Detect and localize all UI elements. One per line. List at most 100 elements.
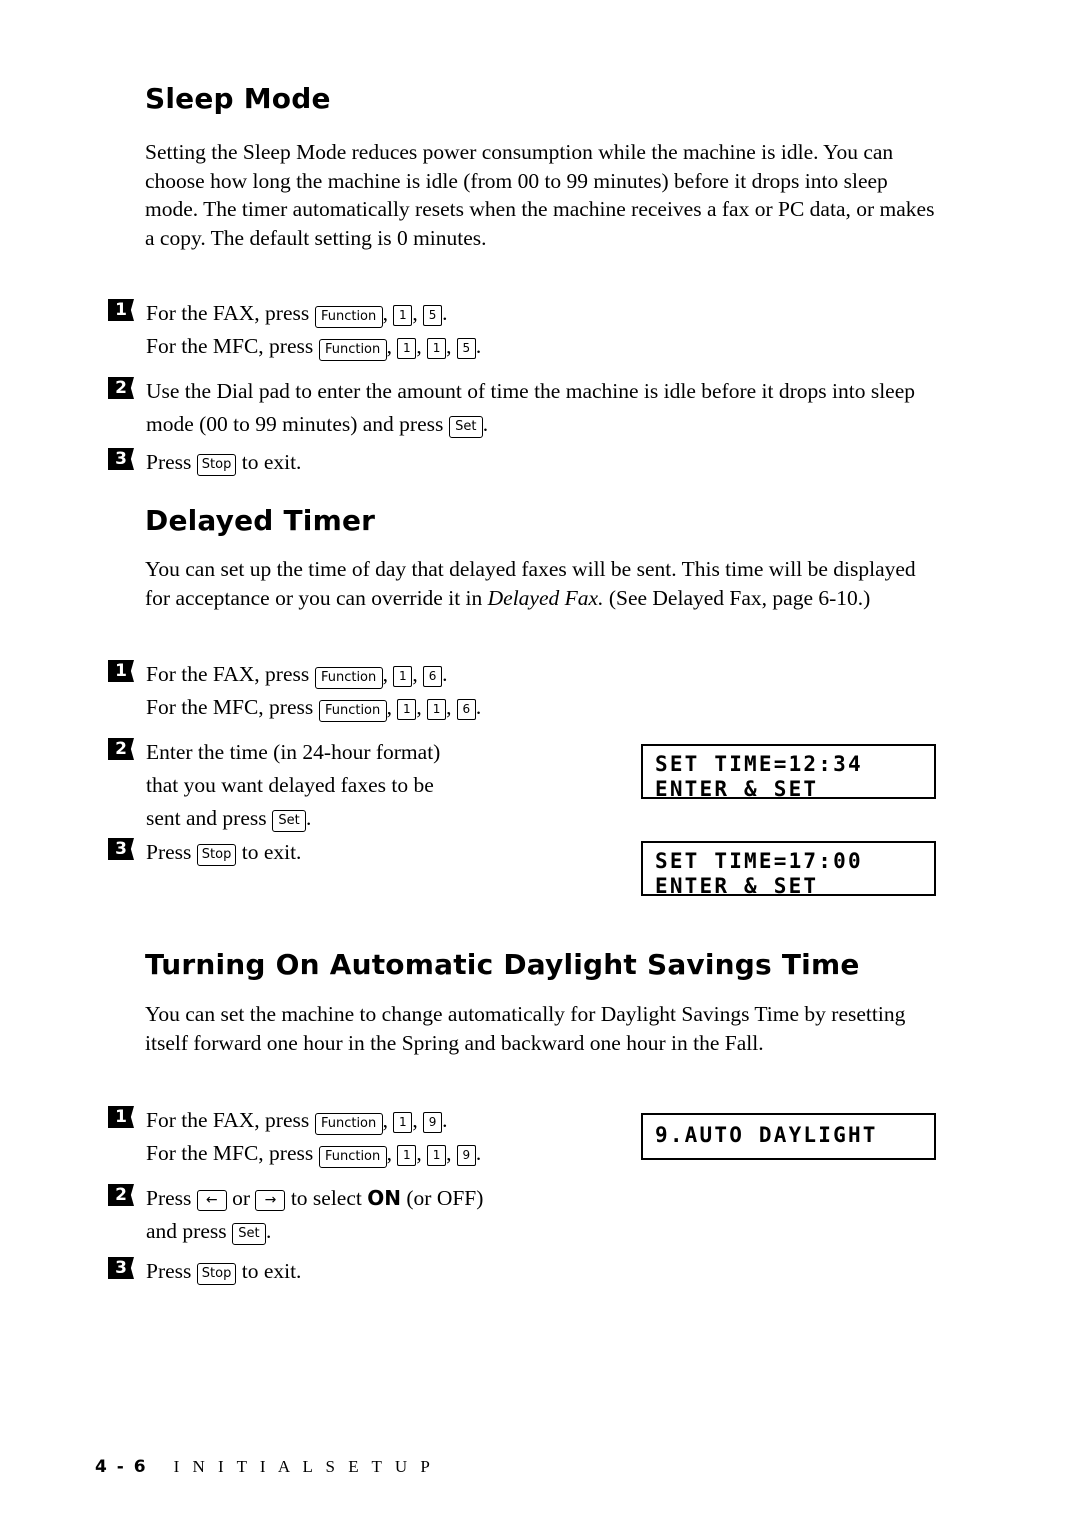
step-text: . — [306, 806, 312, 830]
step-body: For the FAX, press Function, 1, 9. For t… — [146, 1104, 628, 1170]
step-body: Press ← or → to select ON (or OFF) and p… — [146, 1182, 668, 1248]
step-text: that you want delayed faxes to be — [146, 773, 434, 797]
key-digit-icon[interactable]: 5 — [456, 338, 476, 359]
key-stop-icon[interactable]: Stop — [196, 454, 237, 476]
key-digit-icon[interactable]: 1 — [393, 305, 413, 326]
paragraph-part: (See Delayed Fax, page 6-10.) — [603, 585, 871, 610]
page-footer: 4 - 6 I N I T I A L S E T U P — [95, 1457, 434, 1477]
key-digit-icon[interactable]: 1 — [427, 699, 447, 720]
comma: , — [386, 695, 398, 719]
comma: , — [416, 1141, 428, 1165]
comma: , — [446, 695, 457, 719]
comma: , — [382, 662, 394, 686]
key-function-icon[interactable]: Function — [314, 306, 383, 328]
step-line-1: Press ← or → to select ON (or OFF) — [146, 1182, 668, 1215]
key-digit-icon[interactable]: 9 — [423, 1112, 443, 1133]
heading-delayed-timer: Delayed Timer — [145, 504, 376, 537]
step-delayed-1: 1 For the FAX, press Function, 1, 6. For… — [108, 658, 938, 724]
key-digit-icon[interactable]: 5 — [423, 305, 443, 326]
lcd-display-auto-daylight: 9.AUTO DAYLIGHT — [641, 1113, 936, 1160]
step-text: to exit. — [236, 450, 302, 474]
lcd-line-1: SET TIME=12:34 — [655, 752, 863, 776]
step-text: Press — [146, 840, 197, 864]
comma: , — [446, 334, 457, 358]
step-text: to exit. — [236, 840, 302, 864]
lcd-line-2: ENTER & SET — [655, 874, 819, 898]
comma: , — [416, 695, 428, 719]
key-stop-icon[interactable]: Stop — [196, 844, 237, 866]
step-text: . — [475, 1141, 482, 1165]
key-left-arrow-icon[interactable]: ← — [196, 1190, 227, 1211]
comma: , — [412, 301, 424, 325]
step-body: Press Stop to exit. — [146, 1255, 608, 1288]
step-line-mfc: For the MFC, press Function, 1, 1, 9. — [146, 1137, 628, 1170]
key-set-icon[interactable]: Set — [448, 416, 483, 438]
key-function-icon[interactable]: Function — [318, 1146, 387, 1168]
lcd-display-set-time-1700: SET TIME=17:00 ENTER & SET — [641, 841, 936, 898]
step-text: . — [475, 695, 482, 719]
step-text: For the FAX, press — [146, 301, 315, 325]
step-line-2: and press Set. — [146, 1215, 668, 1248]
comma: , — [412, 662, 424, 686]
key-stop-icon[interactable]: Stop — [196, 1263, 237, 1285]
comma: , — [386, 334, 398, 358]
key-digit-icon[interactable]: 1 — [397, 1145, 417, 1166]
step-text: . — [475, 334, 482, 358]
step-text: For the FAX, press — [146, 662, 315, 686]
step-text: and press — [146, 1219, 232, 1243]
step-number: 1 — [108, 299, 134, 321]
step-text: For the MFC, press — [146, 1141, 319, 1165]
key-digit-icon[interactable]: 6 — [456, 699, 476, 720]
step-number: 3 — [108, 1257, 134, 1279]
key-digit-icon[interactable]: 1 — [393, 1112, 413, 1133]
heading-daylight-savings: Turning On Automatic Daylight Savings Ti… — [145, 948, 860, 981]
step-number: 3 — [108, 448, 134, 470]
step-text: . — [265, 1219, 272, 1243]
key-digit-icon[interactable]: 1 — [427, 1145, 447, 1166]
key-set-icon[interactable]: Set — [231, 1223, 266, 1245]
step-text: (or OFF) — [401, 1186, 484, 1210]
key-function-icon[interactable]: Function — [318, 700, 387, 722]
step-body: Use the Dial pad to enter the amount of … — [146, 375, 943, 441]
comma: , — [386, 1141, 398, 1165]
step-text: Use the Dial pad to enter the amount of … — [146, 379, 916, 436]
step-text: Press — [146, 1259, 197, 1283]
key-right-arrow-icon[interactable]: → — [255, 1190, 286, 1211]
paragraph-delayed-timer: You can set up the time of day that dela… — [145, 555, 935, 612]
step-text: For the MFC, press — [146, 695, 319, 719]
key-digit-icon[interactable]: 1 — [397, 338, 417, 359]
step-text: to exit. — [236, 1259, 302, 1283]
step-text: to select — [285, 1186, 368, 1210]
step-text: For the MFC, press — [146, 334, 319, 358]
key-function-icon[interactable]: Function — [318, 339, 387, 361]
step-line-mfc: For the MFC, press Function, 1, 1, 5. — [146, 330, 938, 363]
key-set-icon[interactable]: Set — [272, 810, 306, 832]
document-page: Sleep Mode Setting the Sleep Mode reduce… — [0, 0, 1080, 1529]
comma: , — [446, 1141, 457, 1165]
step-sleep-1: 1 For the FAX, press Function, 1, 5. For… — [108, 297, 938, 363]
key-function-icon[interactable]: Function — [314, 1113, 383, 1135]
key-digit-icon[interactable]: 9 — [456, 1145, 476, 1166]
key-function-icon[interactable]: Function — [314, 667, 383, 689]
comma: , — [412, 1108, 424, 1132]
paragraph-daylight-savings: You can set the machine to change automa… — [145, 1002, 906, 1055]
footer-page-number: 4 - 6 — [95, 1457, 148, 1477]
paragraph-sleep-mode: Setting the Sleep Mode reduces power con… — [145, 140, 935, 250]
comma: , — [382, 301, 394, 325]
step-sleep-3: 3 Press Stop to exit. — [108, 446, 708, 479]
step-number: 2 — [108, 1184, 134, 1206]
step-line-fax: For the FAX, press Function, 1, 9. — [146, 1104, 628, 1137]
step-body: Press Stop to exit. — [146, 836, 608, 869]
key-digit-icon[interactable]: 6 — [423, 666, 443, 687]
key-digit-icon[interactable]: 1 — [397, 699, 417, 720]
key-digit-icon[interactable]: 1 — [393, 666, 413, 687]
step-text: Press — [146, 450, 197, 474]
lcd-line-1: SET TIME=17:00 — [655, 849, 863, 873]
step-text: Press — [146, 1186, 197, 1210]
step-body: For the FAX, press Function, 1, 5. For t… — [146, 297, 938, 363]
option-on-label: ON — [367, 1186, 401, 1210]
step-text: sent and press — [146, 806, 272, 830]
step-number: 1 — [108, 1106, 134, 1128]
key-digit-icon[interactable]: 1 — [427, 338, 447, 359]
step-body: For the FAX, press Function, 1, 6. For t… — [146, 658, 938, 724]
